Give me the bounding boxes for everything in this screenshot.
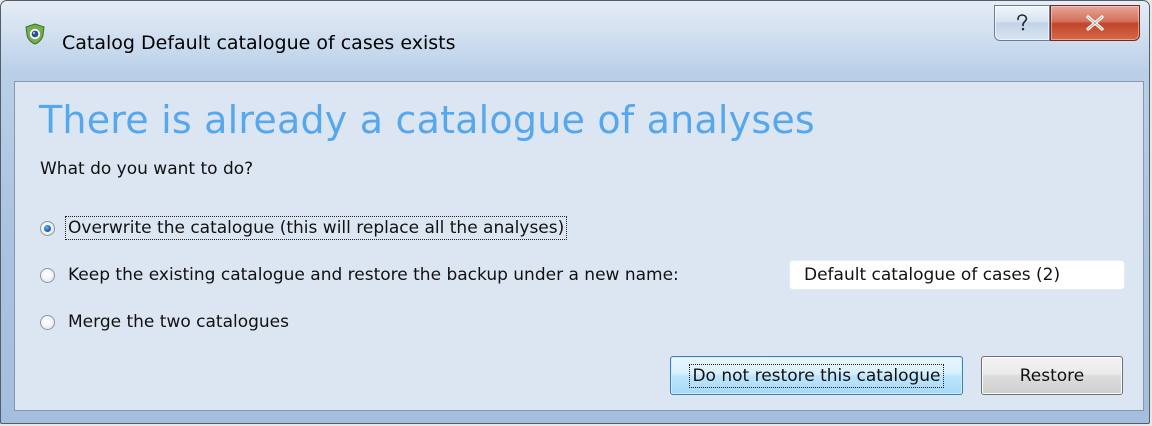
dialog-window: Catalog Default catalogue of cases exist…	[0, 0, 1150, 424]
do-not-restore-label: Do not restore this catalogue	[689, 363, 944, 388]
do-not-restore-button[interactable]: Do not restore this catalogue	[670, 356, 963, 395]
question-mark-icon	[1017, 14, 1028, 31]
title-bar[interactable]: Catalog Default catalogue of cases exist…	[1, 1, 1149, 61]
option-merge[interactable]: Merge the two catalogues	[40, 309, 291, 335]
new-name-input[interactable]	[789, 260, 1125, 290]
app-shield-icon	[24, 23, 46, 45]
option-overwrite[interactable]: Overwrite the catalogue (this will repla…	[40, 215, 568, 241]
dialog-heading: There is already a catalogue of analyses	[39, 98, 815, 142]
option-keep-existing[interactable]: Keep the existing catalogue and restore …	[40, 262, 681, 288]
radio-keep-existing[interactable]	[40, 267, 55, 283]
option-overwrite-label[interactable]: Overwrite the catalogue (this will repla…	[64, 216, 568, 240]
restore-label: Restore	[1019, 365, 1085, 386]
restore-button[interactable]: Restore	[981, 356, 1123, 395]
radio-overwrite[interactable]	[40, 220, 55, 236]
close-icon	[1086, 15, 1104, 31]
dialog-content: There is already a catalogue of analyses…	[14, 81, 1144, 411]
option-merge-label[interactable]: Merge the two catalogues	[66, 311, 291, 333]
option-keep-existing-label[interactable]: Keep the existing catalogue and restore …	[66, 264, 681, 286]
help-button[interactable]	[994, 5, 1050, 41]
close-button[interactable]	[1050, 5, 1140, 41]
window-title: Catalog Default catalogue of cases exist…	[62, 32, 456, 54]
dialog-question: What do you want to do?	[40, 159, 254, 179]
radio-merge[interactable]	[40, 314, 55, 330]
